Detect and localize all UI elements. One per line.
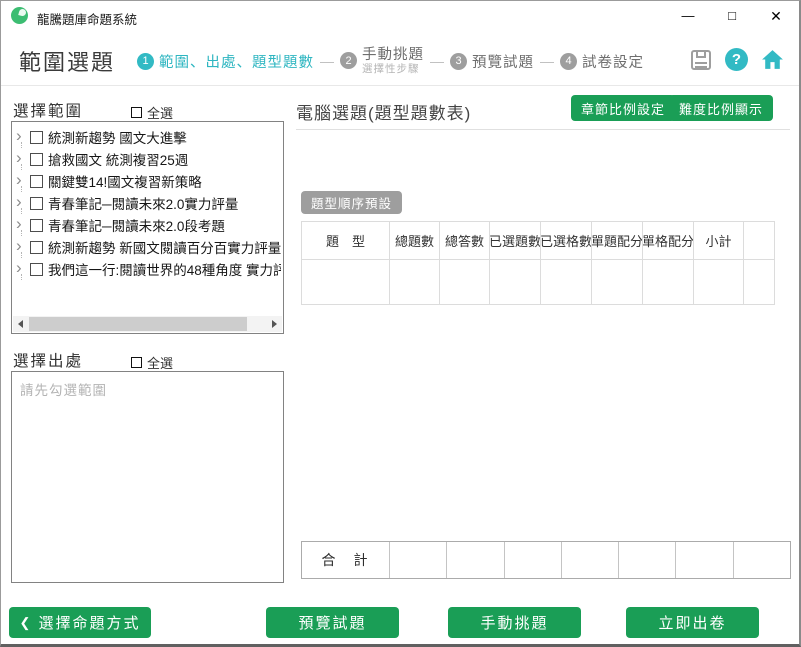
header-divider	[1, 85, 799, 86]
total-value	[505, 542, 562, 578]
cell-selected-questions[interactable]	[490, 260, 541, 304]
cell-question-type[interactable]	[302, 260, 390, 304]
close-button[interactable]: ✕	[755, 1, 797, 31]
step-4-paper-settings: 4 試卷設定	[560, 51, 644, 72]
total-value	[447, 542, 504, 578]
step-3-badge: 3	[450, 53, 467, 70]
scroll-right-icon[interactable]	[266, 316, 282, 332]
checkbox-icon	[131, 107, 142, 118]
total-value	[390, 542, 447, 578]
tree-item[interactable]: › 統測新趨勢 國文大進擊	[16, 126, 281, 148]
chapter-ratio-button[interactable]: 章節比例設定	[571, 95, 675, 121]
expand-chevron-icon[interactable]: ›	[16, 149, 30, 166]
expand-chevron-icon[interactable]: ›	[16, 193, 30, 210]
total-value	[562, 542, 619, 578]
source-placeholder: 請先勾選範圍	[20, 379, 107, 399]
range-select-all-checkbox[interactable]: 全選	[131, 103, 173, 122]
app-logo-icon	[11, 7, 28, 24]
total-value	[734, 542, 790, 578]
cell-subtotal[interactable]	[694, 260, 744, 304]
step-separator: —	[430, 53, 444, 69]
source-select-all-checkbox[interactable]: 全選	[131, 353, 173, 372]
total-row: 合 計	[301, 541, 791, 579]
checkbox-icon	[131, 357, 142, 368]
tree-item-checkbox[interactable]	[30, 219, 43, 232]
titlebar: 龍騰題庫命題系統 — □ ✕	[1, 1, 799, 31]
col-total-questions: 總題數	[390, 222, 440, 259]
step-separator: —	[320, 53, 334, 69]
step-1-badge: 1	[137, 53, 154, 70]
app-window: 龍騰題庫命題系統 — □ ✕ 範圍選題 1 範圍、出處、題型題數 — 2 手動挑…	[0, 0, 801, 647]
step-3-preview: 3 預覽試題	[450, 51, 534, 72]
tree-item[interactable]: › 我們這一行:閱讀世界的48種角度 實力評量	[16, 258, 281, 280]
tree-item-checkbox[interactable]	[30, 263, 43, 276]
total-value	[676, 542, 733, 578]
tree-item[interactable]: › 搶救國文 統測複習25週	[16, 148, 281, 170]
choose-method-back-button[interactable]: ❮ 選擇命題方式	[9, 607, 151, 638]
minimize-button[interactable]: —	[667, 1, 709, 31]
expand-chevron-icon[interactable]: ›	[16, 259, 30, 276]
generate-paper-button[interactable]: 立即出卷	[626, 607, 759, 638]
preview-questions-button[interactable]: 預覽試題	[266, 607, 399, 638]
step-separator: —	[540, 53, 554, 69]
tree-item[interactable]: › 關鍵雙14!國文複習新策略	[16, 170, 281, 192]
difficulty-ratio-button[interactable]: 難度比例顯示	[669, 95, 773, 121]
scrollbar-thumb[interactable]	[29, 317, 247, 331]
cell-extra[interactable]	[744, 260, 774, 304]
range-tree: › 統測新趨勢 國文大進擊 › 搶救國文 統測複習25週 › 關鍵雙14!國文複…	[11, 121, 284, 334]
help-icon[interactable]: ?	[724, 47, 749, 72]
question-type-table: 題 型 總題數 總答數 已選題數 已選格數 單題配分 單格配分 小計	[301, 221, 775, 305]
home-icon[interactable]	[760, 47, 785, 72]
table-header-row: 題 型 總題數 總答數 已選題數 已選格數 單題配分 單格配分 小計	[302, 222, 774, 260]
manual-pick-button[interactable]: 手動挑題	[448, 607, 581, 638]
expand-chevron-icon[interactable]: ›	[16, 215, 30, 232]
table-row	[302, 260, 774, 304]
step-2-manual-pick: 2 手動挑題 選擇性步驟	[340, 47, 424, 76]
save-icon[interactable]	[688, 47, 713, 72]
col-extra	[744, 222, 774, 259]
tree-item[interactable]: › 青春筆記─閱讀未來2.0段考題	[16, 214, 281, 236]
tree-item-checkbox[interactable]	[30, 197, 43, 210]
tree-item-checkbox[interactable]	[30, 241, 43, 254]
source-list: 請先勾選範圍	[11, 371, 284, 583]
step-2-badge: 2	[340, 52, 357, 69]
tree-item-checkbox[interactable]	[30, 131, 43, 144]
scroll-left-icon[interactable]	[13, 316, 29, 332]
tree-item-checkbox[interactable]	[30, 175, 43, 188]
tree-item-checkbox[interactable]	[30, 153, 43, 166]
tree-item[interactable]: › 青春筆記─閱讀未來2.0實力評量	[16, 192, 281, 214]
col-selected-questions: 已選題數	[490, 222, 541, 259]
app-title: 龍騰題庫命題系統	[37, 9, 137, 28]
tree-item[interactable]: › 統測新趨勢 新國文閱讀百分百實力評量	[16, 236, 281, 258]
cell-points-per-blank[interactable]	[643, 260, 694, 304]
step-indicator: 1 範圍、出處、題型題數 — 2 手動挑題 選擇性步驟 — 3 預覽試題 — 4…	[137, 41, 644, 81]
step-1-range: 1 範圍、出處、題型題數	[137, 51, 314, 72]
expand-chevron-icon[interactable]: ›	[16, 127, 30, 144]
question-type-order-preset-button[interactable]: 題型順序預設	[301, 191, 402, 214]
cell-selected-blanks[interactable]	[541, 260, 592, 304]
horizontal-scrollbar[interactable]	[13, 316, 282, 332]
back-chevron-icon: ❮	[20, 615, 33, 631]
col-subtotal: 小計	[694, 222, 744, 259]
col-question-type: 題 型	[302, 222, 390, 259]
col-selected-blanks: 已選格數	[541, 222, 592, 259]
expand-chevron-icon[interactable]: ›	[16, 171, 30, 188]
col-points-per-blank: 單格配分	[643, 222, 694, 259]
panel-divider	[296, 129, 790, 130]
col-points-per-question: 單題配分	[592, 222, 643, 259]
computer-selection-title: 電腦選題(題型題數表)	[296, 99, 471, 124]
cell-points-per-question[interactable]	[592, 260, 643, 304]
cell-total-questions[interactable]	[390, 260, 440, 304]
cell-total-answers[interactable]	[440, 260, 490, 304]
source-section-title: 選擇出處	[13, 349, 83, 371]
maximize-button[interactable]: □	[711, 1, 753, 31]
total-label: 合 計	[302, 542, 390, 578]
col-total-answers: 總答數	[440, 222, 490, 259]
expand-chevron-icon[interactable]: ›	[16, 237, 30, 254]
step-4-badge: 4	[560, 53, 577, 70]
range-section-title: 選擇範圍	[13, 99, 83, 121]
page-title: 範圍選題	[19, 45, 115, 77]
total-value	[619, 542, 676, 578]
